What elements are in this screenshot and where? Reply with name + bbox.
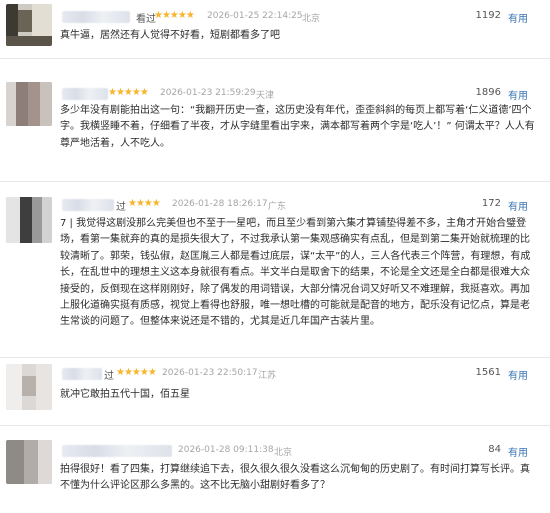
username-blurred (62, 88, 108, 100)
avatar[interactable] (6, 197, 52, 243)
username-blurred (62, 11, 130, 23)
avatar[interactable] (6, 364, 52, 410)
avatar[interactable] (6, 440, 52, 484)
review-datetime: 2026-01-23 22:50:17 (162, 368, 258, 378)
review-text: 7 | 我觉得这剧没那么完美但也不至于一星吧，而且至少看到第六集才算铺垫得差不多… (60, 218, 531, 328)
username-blurred (62, 445, 172, 457)
divider (0, 357, 550, 358)
useful-count: 172 (481, 198, 501, 209)
review-item: 2026-01-28 09:11:38 北京 84 有用 拍得很好！看了四集，打… (0, 440, 550, 513)
useful-count: 1896 (475, 87, 501, 98)
review-location: 江苏 (258, 371, 277, 381)
username-blurred (62, 199, 114, 211)
review-datetime: 2026-01-23 21:59:29 (160, 88, 256, 98)
avatar[interactable] (6, 82, 52, 126)
review-text: 拍得很好！看了四集，打算继续追下去，很久很久很久没看这么沉甸甸的历史剧了。有时间… (60, 464, 530, 492)
useful-count: 1192 (475, 10, 501, 21)
review-datetime: 2026-01-25 22:14:25 (207, 11, 303, 21)
useful-button[interactable]: 有用 (508, 87, 528, 102)
review-datetime: 2026-01-28 09:11:38 (178, 445, 274, 455)
rating-stars: ★★★★★ (154, 10, 195, 21)
review-datetime: 2026-01-28 18:26:17 (172, 199, 268, 209)
divider (0, 58, 550, 59)
review-text: 多少年没有剧能拍出这一句：“我翻开历史一查，这历史没有年代，歪歪斜斜的每页上都写… (60, 105, 535, 149)
useful-button[interactable]: 有用 (508, 10, 528, 25)
rating-stars: ★★★★★ (108, 87, 149, 98)
review-location: 广东 (268, 202, 287, 212)
useful-count: 1561 (475, 367, 501, 378)
watch-status: 看过 (136, 14, 156, 25)
username-blurred (62, 368, 102, 380)
review-item: ★★★★★ 2026-01-23 21:59:29 天津 1896 有用 多少年… (0, 78, 550, 158)
useful-count: 84 (488, 444, 501, 455)
useful-button[interactable]: 有用 (508, 198, 528, 213)
rating-stars: ★★★★ (128, 198, 161, 209)
rating-stars: ★★★★★ (116, 367, 157, 378)
useful-button[interactable]: 有用 (508, 367, 528, 382)
useful-button[interactable]: 有用 (508, 444, 528, 459)
avatar[interactable] (6, 4, 52, 46)
watch-status: 过 (116, 202, 126, 213)
review-location: 北京 (302, 14, 321, 24)
review-location: 北京 (274, 448, 293, 458)
review-text: 就冲它敢拍五代十国，佰五星 (60, 389, 190, 400)
review-item: 看过 ★★★★★ 2026-01-25 22:14:25 北京 1192 有用 … (0, 0, 550, 60)
watch-status: 过 (104, 371, 114, 382)
divider (0, 181, 550, 182)
review-item: 过 ★★★★★ 2026-01-23 22:50:17 江苏 1561 有用 就… (0, 362, 550, 422)
review-location: 天津 (256, 91, 275, 101)
review-item: 过 ★★★★ 2026-01-28 18:26:17 广东 172 有用 7 |… (0, 195, 550, 355)
divider (0, 425, 550, 426)
review-text: 真牛逼，居然还有人觉得不好看，短剧都看多了吧 (60, 30, 280, 41)
